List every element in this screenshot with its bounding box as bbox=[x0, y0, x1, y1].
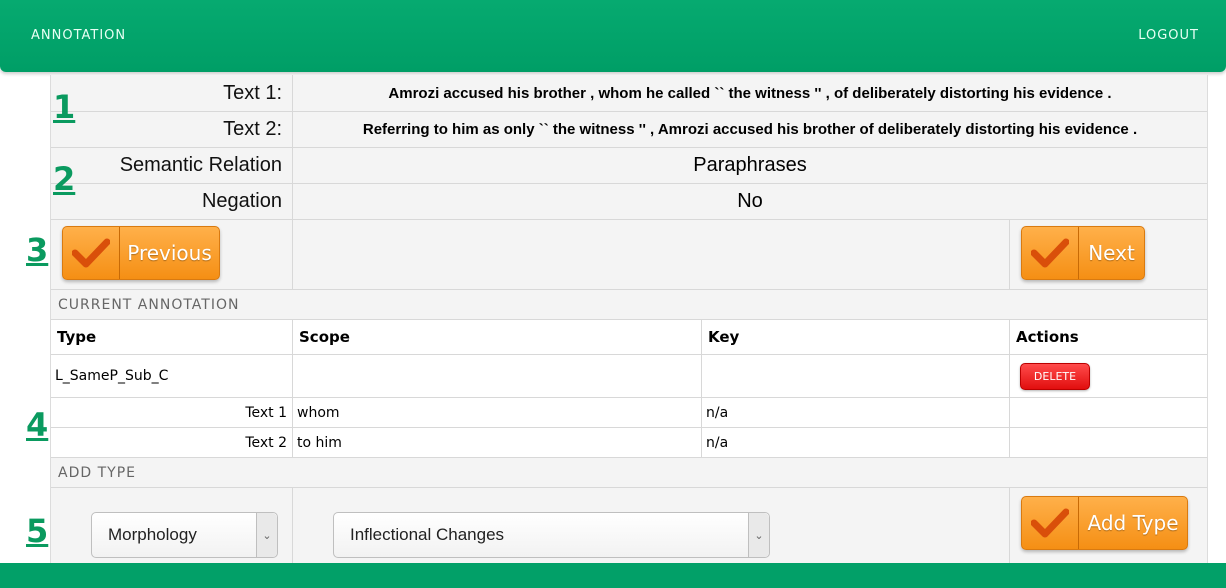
step-marker-2: 2 bbox=[53, 160, 76, 198]
table-row: Text 2 to him n/a bbox=[51, 428, 1207, 458]
current-annotation-title: CURRENT ANNOTATION bbox=[58, 297, 240, 313]
subtype-select-value: Inflectional Changes bbox=[350, 525, 505, 544]
column-header-actions: Actions bbox=[1016, 328, 1079, 346]
subtype-select[interactable]: Inflectional Changes ⌄ bbox=[333, 512, 770, 558]
add-type-label: Add Type bbox=[1087, 511, 1179, 535]
negation-value: No bbox=[737, 190, 763, 212]
check-icon bbox=[63, 227, 120, 279]
annotation-type-value: L_SameP_Sub_C bbox=[51, 355, 293, 397]
footer-bar bbox=[0, 563, 1226, 588]
check-icon bbox=[1022, 227, 1079, 279]
scope-row-label: Text 1 bbox=[51, 398, 293, 427]
add-type-title: ADD TYPE bbox=[58, 465, 136, 481]
table-row: Text 1 whom n/a bbox=[51, 398, 1207, 428]
step-marker-1: 1 bbox=[53, 88, 76, 126]
logout-link[interactable]: LOGOUT bbox=[1138, 28, 1199, 43]
semantic-relation-row: Semantic Relation Paraphrases bbox=[51, 148, 1207, 184]
text1-label: Text 1: bbox=[51, 75, 293, 111]
step-marker-4: 4 bbox=[26, 406, 49, 444]
step-marker-5: 5 bbox=[26, 512, 49, 550]
check-icon bbox=[1022, 497, 1079, 549]
negation-row: Negation No bbox=[51, 184, 1207, 220]
category-select[interactable]: Morphology ⌄ bbox=[91, 512, 278, 558]
annotation-type-row: L_SameP_Sub_C DELETE bbox=[51, 355, 1207, 398]
step-marker-3: 3 bbox=[26, 231, 49, 269]
category-select-value: Morphology bbox=[108, 525, 197, 544]
delete-button[interactable]: DELETE bbox=[1020, 363, 1090, 390]
chevron-down-icon: ⌄ bbox=[256, 513, 277, 557]
current-annotation-header-row: Type Scope Key Actions bbox=[51, 320, 1207, 355]
column-header-key: Key bbox=[702, 320, 1010, 354]
chevron-down-icon: ⌄ bbox=[748, 513, 769, 557]
key-value: n/a bbox=[702, 428, 1010, 457]
scope-value: whom bbox=[293, 398, 702, 427]
semantic-relation-label: Semantic Relation bbox=[51, 148, 293, 183]
next-button[interactable]: Next bbox=[1021, 226, 1145, 280]
scope-row-label: Text 2 bbox=[51, 428, 293, 457]
add-type-button[interactable]: Add Type bbox=[1021, 496, 1188, 550]
negation-label: Negation bbox=[51, 184, 293, 219]
previous-label: Previous bbox=[127, 241, 212, 265]
column-header-type: Type bbox=[51, 320, 293, 354]
scope-value: to him bbox=[293, 428, 702, 457]
text1-sentence: Amrozi accused his brother , whom he cal… bbox=[388, 84, 1112, 102]
annotation-panel: Text 1: Amrozi accused his brother , who… bbox=[50, 75, 1208, 563]
column-header-scope: Scope bbox=[293, 320, 702, 354]
text2-label: Text 2: bbox=[51, 112, 293, 147]
brand-link[interactable]: ANNOTATION bbox=[31, 28, 126, 43]
top-navbar: ANNOTATION LOGOUT bbox=[0, 0, 1226, 72]
next-label: Next bbox=[1088, 241, 1135, 265]
text2-sentence: Referring to him as only `` the witness … bbox=[362, 121, 1138, 138]
text2-row: Text 2: Referring to him as only `` the … bbox=[51, 112, 1207, 148]
previous-button[interactable]: Previous bbox=[62, 226, 220, 280]
text1-row: Text 1: Amrozi accused his brother , who… bbox=[51, 75, 1207, 112]
semantic-relation-value: Paraphrases bbox=[693, 154, 807, 176]
key-value: n/a bbox=[702, 398, 1010, 427]
